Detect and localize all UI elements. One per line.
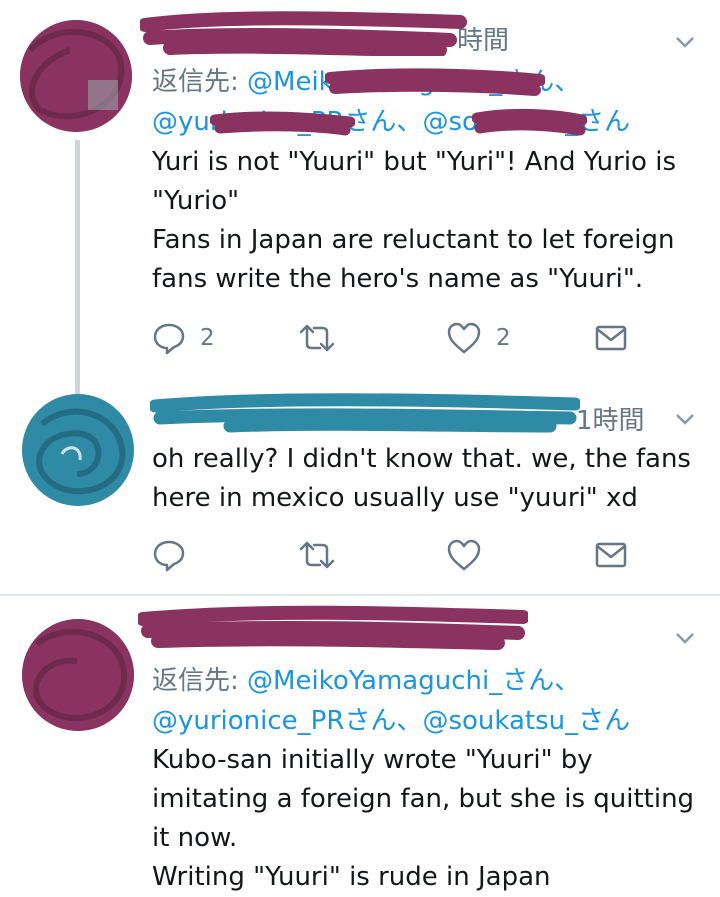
like-button[interactable]: 2 — [446, 318, 511, 358]
reply-handle-link[interactable]: @MeikoYamaguchi_さん、 — [247, 666, 580, 696]
reply-to-line-2: @yurionice_PRさん、@soukatsu_さん — [152, 701, 630, 741]
ellipsis: ... — [536, 400, 557, 425]
chevron-down-icon[interactable] — [674, 31, 696, 53]
tweet-3[interactable]: 返信先: @MeikoYamaguchi_さん、 @yurionice_PRさん… — [0, 597, 720, 893]
avatar-scribble — [22, 394, 134, 506]
retweet-icon — [299, 324, 335, 352]
reply-button[interactable]: 2 — [152, 318, 215, 358]
tweet-text: oh really? I didn't know that. we, the f… — [152, 440, 702, 518]
retweet-icon — [299, 541, 335, 569]
reply-icon — [153, 540, 185, 572]
thread-line — [75, 140, 80, 395]
tweet-header: ... 1時間 — [152, 398, 692, 438]
like-icon — [447, 539, 481, 571]
like-count: 2 — [496, 325, 511, 351]
tweet-text: Yuri is not "Yuuri" but "Yuri"! And Yuri… — [152, 143, 702, 299]
avatar[interactable] — [20, 20, 132, 132]
reply-handle-link[interactable]: @yurionice_PRさん、 — [152, 706, 422, 736]
retweet-button[interactable] — [298, 318, 336, 358]
redaction-scribble — [138, 605, 528, 650]
retweet-button[interactable] — [298, 535, 336, 575]
avatar[interactable] — [22, 619, 134, 731]
tweet-paragraph: Fans in Japan are reluctant to let forei… — [152, 225, 675, 294]
reply-count: 2 — [200, 325, 215, 351]
tweet-divider — [0, 594, 720, 596]
reply-prefix: 返信先: — [152, 666, 248, 696]
tweet-text: Kubo-san initially wrote "Yuuri" by imit… — [152, 741, 702, 897]
chevron-down-icon[interactable] — [674, 408, 696, 430]
tweet-1[interactable]: 時間 返信先: @MeikoYamaguchi_さん、 @yurionice_P… — [0, 0, 720, 395]
dm-icon — [595, 542, 627, 568]
tweet-actions — [152, 535, 672, 575]
tweet-paragraph: Kubo-san initially wrote "Yuuri" by imit… — [152, 745, 695, 853]
tweet-time: 1時間 — [576, 406, 645, 436]
reply-to-line: 返信先: @MeikoYamaguchi_さん、 — [152, 62, 580, 102]
tweet-time: 時間 — [457, 26, 510, 56]
tweet-paragraph: Yuri is not "Yuuri" but "Yuri"! And Yuri… — [152, 147, 676, 216]
reply-handle-link[interactable]: @MeikoYamaguchi_さん、 — [247, 67, 580, 97]
tweet-paragraph: oh really? I didn't know that. we, the f… — [152, 444, 691, 513]
reply-prefix: 返信先: — [152, 67, 248, 97]
reply-button[interactable] — [152, 535, 186, 575]
reply-handle-link[interactable]: @yurionice_PRさん、 — [152, 107, 422, 137]
tweet-paragraph: Writing "Yuuri" is rude in Japan — [152, 862, 551, 892]
reply-icon — [153, 323, 185, 355]
like-button[interactable] — [446, 535, 482, 575]
reply-handle-link[interactable]: @soukatsu_さん — [422, 107, 630, 137]
avatar-scribble — [20, 20, 132, 132]
reply-handle-link[interactable]: @soukatsu_さん — [422, 706, 630, 736]
reply-to-line-2: @yurionice_PRさん、@soukatsu_さん — [152, 102, 630, 142]
chevron-down-icon[interactable] — [674, 627, 696, 649]
dm-button[interactable] — [594, 318, 628, 358]
tweet-actions: 2 2 — [152, 318, 672, 358]
like-icon — [447, 322, 481, 354]
tweet-header: 時間 — [152, 18, 692, 58]
avatar[interactable] — [22, 394, 134, 506]
tweet-2[interactable]: ... 1時間 oh really? I didn't know that. w… — [0, 380, 720, 594]
reply-to-line: 返信先: @MeikoYamaguchi_さん、 — [152, 661, 580, 701]
dm-icon — [595, 325, 627, 351]
dm-button[interactable] — [594, 535, 628, 575]
avatar-scribble — [22, 619, 134, 731]
